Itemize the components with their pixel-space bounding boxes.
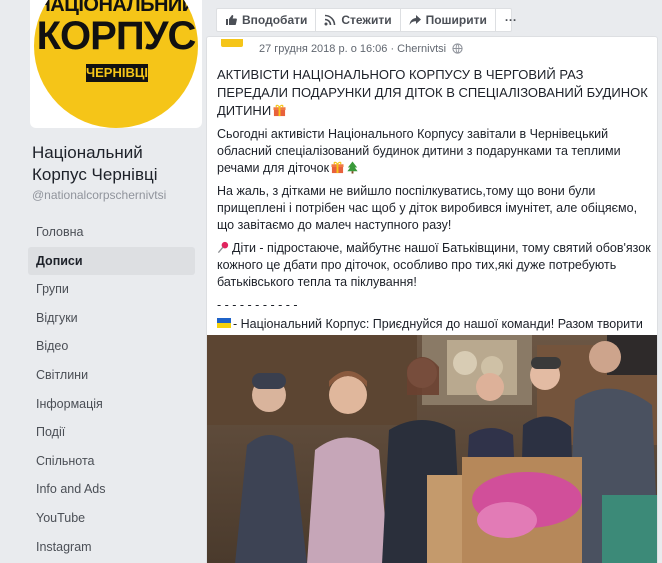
nav-item-about[interactable]: Інформація	[28, 390, 195, 419]
page-title[interactable]: Національний Корпус Чернівці	[32, 142, 197, 186]
pin-emoji	[217, 241, 229, 254]
like-label: Вподобати	[242, 13, 308, 27]
more-label: ···	[504, 13, 517, 27]
gift-emoji	[331, 161, 344, 174]
page-handle[interactable]: @nationalcorpschernivtsi	[32, 188, 166, 202]
follow-label: Стежити	[341, 13, 392, 27]
nav-item-instagram[interactable]: Instagram	[28, 533, 195, 562]
post-divider: - - - - - - - - - - -	[217, 298, 298, 312]
share-page-button[interactable]: Поширити	[401, 9, 496, 31]
nav-item-videos[interactable]: Відео	[28, 332, 195, 361]
left-column: НАЦІОНАЛЬНИЙ КОРПУС ЧЕРНІВЦІ Національни…	[0, 0, 203, 563]
nav-item-posts[interactable]: Дописи	[28, 246, 195, 276]
post-photo-image	[207, 335, 657, 563]
follow-page-button[interactable]: Стежити	[316, 9, 401, 31]
post-paragraph-1-text: Сьогодні активісти Національного Корпусу…	[217, 127, 621, 175]
nav-item-photos[interactable]: Світлини	[28, 361, 195, 390]
follow-icon	[324, 14, 336, 26]
post-paragraph-1: Сьогодні активісти Національного Корпусу…	[217, 126, 655, 177]
post-meta-text: 27 грудня 2018 р. о 16:06 · Chernivtsi	[259, 43, 447, 55]
post-author-avatar[interactable]	[221, 39, 243, 47]
nav-item-groups[interactable]: Групи	[28, 275, 195, 304]
nav-item-info-ads[interactable]: Info and Ads	[28, 475, 195, 504]
page-nav: Головна Дописи Групи Відгуки Відео Світл…	[28, 218, 195, 561]
ukraine-flag-emoji	[217, 318, 231, 328]
post-card: 27 грудня 2018 р. о 16:06 · Chernivtsi А…	[206, 36, 658, 563]
gift-emoji	[273, 104, 286, 117]
profile-picture[interactable]: НАЦІОНАЛЬНИЙ КОРПУС ЧЕРНІВЦІ	[34, 0, 198, 128]
post-headline: АКТИВІСТИ НАЦІОНАЛЬНОГО КОРПУСУ В ЧЕРГОВ…	[217, 66, 655, 120]
post-text: АКТИВІСТИ НАЦІОНАЛЬНОГО КОРПУСУ В ЧЕРГОВ…	[217, 66, 655, 356]
like-icon	[226, 15, 237, 25]
globe-icon	[452, 43, 463, 54]
share-icon	[409, 15, 421, 25]
like-page-button[interactable]: Вподобати	[217, 9, 317, 31]
nav-item-community[interactable]: Спільнота	[28, 447, 195, 476]
page-action-bar: Вподобати Стежити Поширити ···	[216, 8, 517, 32]
logo-text-city: ЧЕРНІВЦІ	[86, 64, 148, 82]
post-paragraph-3: Діти - підростаюче, майбутнє нашої Батьк…	[217, 240, 655, 291]
nav-item-home[interactable]: Головна	[28, 218, 195, 247]
logo-text-main: КОРПУС	[36, 14, 197, 58]
profile-picture-frame[interactable]: НАЦІОНАЛЬНИЙ КОРПУС ЧЕРНІВЦІ	[30, 0, 202, 128]
nav-item-youtube[interactable]: YouTube	[28, 504, 195, 533]
post-paragraph-2: На жаль, з дітками не вийшло поспілкуват…	[217, 184, 638, 232]
nav-item-reviews[interactable]: Відгуки	[28, 304, 195, 333]
post-paragraph-3-text: Діти - підростаюче, майбутнє нашої Батьк…	[217, 241, 651, 289]
post-photo[interactable]	[207, 335, 657, 563]
share-label: Поширити	[425, 13, 487, 27]
tree-emoji	[347, 161, 358, 174]
post-timestamp[interactable]: 27 грудня 2018 р. о 16:06 · Chernivtsi	[259, 43, 463, 55]
nav-item-events[interactable]: Події	[28, 418, 195, 447]
more-options-button[interactable]: ···	[496, 9, 526, 31]
